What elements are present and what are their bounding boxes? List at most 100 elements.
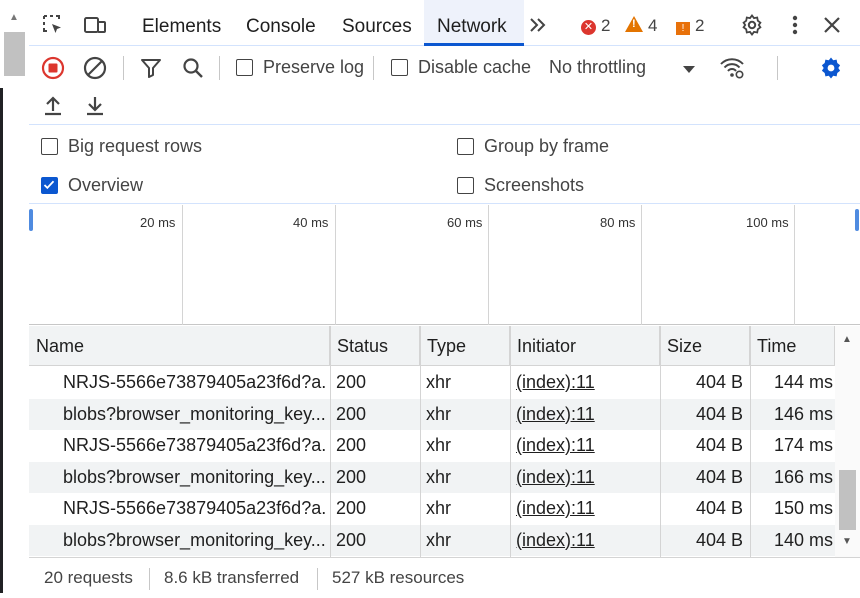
cell-size: 404 B bbox=[695, 403, 743, 424]
issues-count-badge[interactable]: ! 2 bbox=[676, 16, 704, 36]
cell-size: 404 B bbox=[695, 498, 743, 518]
more-tabs-icon[interactable] bbox=[527, 14, 549, 36]
column-header-initiator[interactable]: Initiator bbox=[510, 326, 660, 366]
inspect-icon[interactable] bbox=[41, 13, 65, 37]
table-row[interactable]: blobs?browser_monitoring_key... 200 xhr … bbox=[29, 461, 835, 494]
cell-status: 200 bbox=[336, 372, 367, 392]
cell-initiator-link[interactable]: (index):11 bbox=[516, 367, 595, 399]
column-header-type[interactable]: Type bbox=[420, 326, 510, 366]
network-settings-icon[interactable] bbox=[819, 56, 843, 80]
cell-size: 404 B bbox=[695, 529, 743, 550]
cell-name: NRJS-5566e73879405a23f6d?a... bbox=[63, 498, 325, 518]
table-scroll-thumb[interactable] bbox=[839, 470, 856, 530]
cell-time: 146 ms bbox=[773, 403, 833, 424]
disable-cache-label: Disable cache bbox=[418, 57, 532, 77]
scroll-thumb[interactable] bbox=[4, 32, 25, 76]
overview-tick-label: 40 ms bbox=[293, 215, 329, 230]
network-conditions-icon[interactable] bbox=[718, 54, 746, 82]
preserve-log-checkbox[interactable] bbox=[236, 59, 253, 76]
overview-tick-label: 100 ms bbox=[746, 215, 789, 230]
overview-checkbox[interactable] bbox=[41, 177, 58, 194]
table-row[interactable]: blobs?browser_monitoring_key... 200 xhr … bbox=[29, 398, 835, 431]
toolbar-divider bbox=[219, 56, 220, 80]
cell-status: 200 bbox=[336, 529, 367, 550]
search-icon[interactable] bbox=[181, 56, 205, 80]
cell-time: 140 ms bbox=[773, 529, 833, 550]
column-divider[interactable] bbox=[420, 326, 421, 557]
summary-resources: 527 kB resources bbox=[332, 568, 465, 587]
scroll-up-arrow-icon[interactable]: ▲ bbox=[842, 334, 852, 345]
cell-type: xhr bbox=[426, 498, 452, 518]
column-header-status[interactable]: Status bbox=[330, 326, 420, 366]
tab-sources[interactable]: Sources bbox=[329, 0, 421, 46]
clear-icon[interactable] bbox=[83, 56, 107, 80]
cell-type: xhr bbox=[426, 466, 452, 487]
outer-scrollbar[interactable]: ▲ bbox=[0, 0, 29, 593]
kebab-menu-icon[interactable] bbox=[783, 13, 807, 37]
table-row[interactable]: NRJS-5566e73879405a23f6d?a... 200 xhr (i… bbox=[29, 493, 835, 525]
group-by-frame-label: Group by frame bbox=[484, 136, 610, 156]
cell-size: 404 B bbox=[695, 466, 743, 487]
table-row[interactable]: blobs?browser_monitoring_key... 200 xhr … bbox=[29, 524, 835, 557]
gear-icon[interactable] bbox=[740, 13, 764, 37]
overview-tick-label: 60 ms bbox=[447, 215, 483, 230]
tab-elements[interactable]: Elements bbox=[129, 0, 227, 46]
cell-type: xhr bbox=[426, 403, 452, 424]
column-divider[interactable] bbox=[510, 326, 511, 557]
column-divider[interactable] bbox=[330, 326, 331, 557]
throttling-select[interactable]: No throttling bbox=[549, 57, 646, 78]
screenshots-checkbox[interactable] bbox=[457, 177, 474, 194]
import-har-icon[interactable] bbox=[41, 94, 65, 118]
summary-divider bbox=[149, 568, 150, 590]
record-icon[interactable] bbox=[41, 56, 65, 80]
cell-time: 150 ms bbox=[773, 498, 833, 518]
device-toggle-icon[interactable] bbox=[83, 13, 107, 37]
column-divider[interactable] bbox=[750, 326, 751, 557]
close-icon[interactable] bbox=[820, 13, 844, 37]
cell-type: xhr bbox=[426, 372, 452, 392]
error-count-badge[interactable]: ✕ 2 bbox=[581, 16, 610, 36]
network-settings-pane: Big request rows Group by frame Overview… bbox=[29, 126, 860, 204]
cell-status: 200 bbox=[336, 403, 367, 424]
cell-name: blobs?browser_monitoring_key... bbox=[63, 466, 325, 487]
column-header-name[interactable]: Name bbox=[29, 326, 330, 366]
tab-console[interactable]: Console bbox=[233, 0, 323, 46]
warning-count-badge[interactable]: 4 bbox=[625, 16, 657, 36]
cell-initiator-link[interactable]: (index):11 bbox=[516, 493, 595, 525]
export-har-icon[interactable] bbox=[83, 94, 107, 118]
scroll-up-icon[interactable]: ▲ bbox=[9, 12, 19, 23]
dropdown-arrow-icon[interactable] bbox=[677, 57, 701, 81]
summary-requests: 20 requests bbox=[44, 568, 133, 587]
network-overview[interactable]: 20 ms 40 ms 60 ms 80 ms 100 ms bbox=[29, 205, 860, 325]
cell-initiator-link[interactable]: (index):11 bbox=[516, 525, 595, 557]
cell-initiator-link[interactable]: (index):11 bbox=[516, 430, 595, 462]
toolbar-divider bbox=[777, 56, 778, 80]
cell-name: NRJS-5566e73879405a23f6d?a... bbox=[63, 435, 325, 455]
devtools-tabbar: Elements Console Sources Network ✕2 4 !2 bbox=[29, 0, 860, 46]
overview-right-handle[interactable] bbox=[855, 209, 859, 231]
disable-cache-checkbox[interactable] bbox=[391, 59, 408, 76]
cell-initiator-link[interactable]: (index):11 bbox=[516, 399, 595, 431]
warning-icon bbox=[625, 16, 643, 32]
warning-count: 4 bbox=[648, 16, 658, 35]
column-divider[interactable] bbox=[660, 326, 661, 557]
cell-time: 174 ms bbox=[773, 435, 833, 455]
summary-divider bbox=[317, 568, 318, 590]
column-header-size[interactable]: Size bbox=[660, 326, 750, 366]
overview-tick-label: 20 ms bbox=[140, 215, 176, 230]
tab-network[interactable]: Network bbox=[424, 0, 524, 46]
scroll-down-arrow-icon[interactable]: ▼ bbox=[842, 536, 852, 547]
table-row[interactable]: NRJS-5566e73879405a23f6d?a... 200 xhr (i… bbox=[29, 367, 835, 399]
table-header: Name Status Type Initiator Size Time bbox=[29, 326, 835, 366]
toolbar-divider bbox=[123, 56, 124, 80]
group-by-frame-checkbox[interactable] bbox=[457, 138, 474, 155]
filter-icon[interactable] bbox=[139, 56, 163, 80]
cell-initiator-link[interactable]: (index):11 bbox=[516, 462, 595, 494]
table-scrollbar[interactable]: ▲ ▼ bbox=[835, 326, 860, 557]
checkmark-icon bbox=[43, 180, 55, 190]
column-header-time[interactable]: Time bbox=[750, 326, 835, 366]
big-request-rows-checkbox[interactable] bbox=[41, 138, 58, 155]
network-toolbar: Preserve log Disable cache No throttling bbox=[29, 47, 860, 125]
cell-name: blobs?browser_monitoring_key... bbox=[63, 529, 325, 550]
table-row[interactable]: NRJS-5566e73879405a23f6d?a... 200 xhr (i… bbox=[29, 430, 835, 462]
